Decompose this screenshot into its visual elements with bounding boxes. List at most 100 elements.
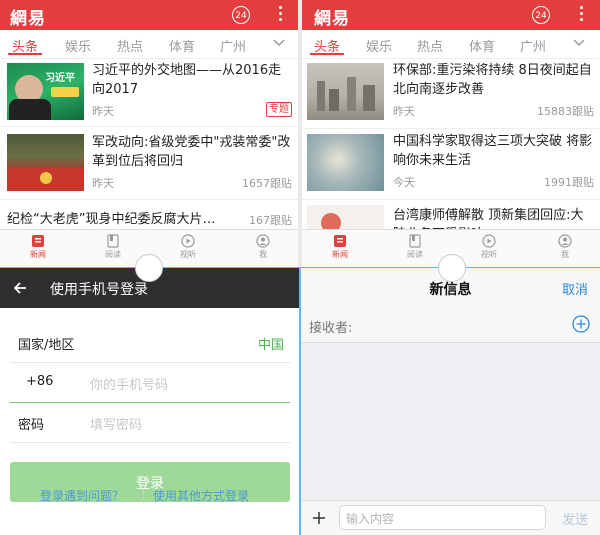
channel-tabs: 头条 娱乐 热点 体育 广州 (0, 30, 298, 59)
nav-me[interactable]: 我 (243, 234, 283, 260)
news-title: 纪检“大老虎”现身中纪委反腐大片… (7, 212, 216, 227)
nav-label: 视听 (481, 250, 497, 259)
compose-bar: 输入内容 发送 (301, 500, 600, 535)
recipient-row[interactable]: 接收者: (301, 306, 600, 343)
news-item[interactable]: 台湾康师傅解散 顶新集团回应:大陆业务不受影响 (302, 200, 600, 262)
news-time: 昨天 (92, 105, 114, 118)
nav-me[interactable]: 我 (545, 234, 585, 260)
tab-guangzhou[interactable]: 广州 (520, 36, 546, 55)
tab-hot[interactable]: 热点 (117, 36, 143, 55)
other-login-link[interactable]: 使用其他方式登录 (153, 487, 249, 504)
news-time: 今天 (393, 176, 415, 189)
phone-input[interactable]: 你的手机号码 (90, 374, 168, 393)
topic-tag: 专题 (266, 102, 292, 117)
news-title: 习近平的外交地图——从2016走向2017 (92, 63, 282, 97)
login-problem-link[interactable]: 登录遇到问题？ (40, 487, 124, 504)
message-input-placeholder: 输入内容 (346, 512, 395, 526)
message-title: 新信息 (429, 282, 472, 298)
country-code[interactable]: +86 (26, 374, 53, 389)
more-menu-icon[interactable] (278, 6, 282, 24)
news-title: 环保部:重污染将持续 8日夜间起自北向南逐步改善 (393, 63, 592, 97)
active-tab-indicator (310, 53, 344, 55)
back-arrow-icon[interactable] (12, 280, 28, 296)
channel-tabs: 头条 娱乐 热点 体育 广州 (302, 30, 600, 59)
news-title: 军改动向:省级党委中"戎装常委"改革到位后将回归 (92, 135, 291, 169)
news-thumbnail (307, 134, 384, 191)
news-item[interactable]: 中国科学家取得这三项大突破 将影响你未来生活 今天 1991跟贴 (302, 129, 600, 200)
app-logo: 網易 (314, 9, 350, 29)
tab-sports[interactable]: 体育 (169, 36, 195, 55)
nav-video[interactable]: 视听 (168, 234, 208, 260)
nav-label: 阅读 (105, 250, 121, 259)
country-selector[interactable]: 国家/地区 中国 (10, 322, 290, 363)
app-logo: 網易 (10, 9, 46, 29)
link-divider (143, 489, 144, 503)
tab-sports[interactable]: 体育 (469, 36, 495, 55)
nav-label: 新闻 (332, 250, 348, 259)
nav-label: 我 (561, 250, 569, 259)
user-icon (558, 234, 572, 248)
phone-row: +86 你的手机号码 (10, 362, 290, 403)
touch-indicator (438, 254, 466, 282)
active-tab-indicator (8, 53, 42, 55)
country-label: 国家/地区 (18, 338, 75, 353)
news-title: 中国科学家取得这三项大突破 将影响你未来生活 (393, 134, 593, 168)
book-icon (107, 234, 119, 248)
play-icon (181, 234, 195, 248)
nav-label: 视听 (180, 250, 196, 259)
password-label: 密码 (18, 418, 45, 433)
tab-entertainment[interactable]: 娱乐 (65, 36, 91, 55)
chevron-down-icon[interactable] (572, 36, 586, 50)
app-header: 網易 24 (0, 0, 298, 30)
news-app-left: 網易 24 头条 娱乐 热点 体育 广州 习近平 习近平的外交地图——从2016… (0, 0, 298, 267)
country-value: 中国 (257, 338, 284, 353)
message-input[interactable]: 输入内容 (339, 505, 546, 530)
news-icon (334, 235, 346, 247)
user-icon (256, 234, 270, 248)
nav-news[interactable]: 新闻 (18, 234, 58, 260)
nav-label: 新闻 (30, 250, 46, 259)
send-button[interactable]: 发送 (562, 509, 588, 528)
new-message-screen: 新信息 取消 接收者: 输入内容 发送 (301, 268, 600, 535)
app-header: 網易 24 (302, 0, 600, 30)
nav-reading[interactable]: 阅读 (93, 234, 133, 260)
news-thumbnail (7, 134, 84, 191)
password-input[interactable]: 填写密码 (90, 414, 142, 433)
news-item[interactable]: 纪检“大老虎”现身中纪委反腐大片… 167跟贴 (0, 200, 298, 229)
news-time: 昨天 (393, 105, 415, 118)
news-item[interactable]: 环保部:重污染将持续 8日夜间起自北向南逐步改善 昨天 15883跟贴 (302, 58, 600, 129)
news-icon (32, 235, 44, 247)
play-icon (482, 234, 496, 248)
password-row: 密码 填写密码 (10, 402, 290, 443)
tab-entertainment[interactable]: 娱乐 (366, 36, 392, 55)
add-contact-icon[interactable] (572, 315, 590, 333)
nav-reading[interactable]: 阅读 (395, 234, 435, 260)
nav-label: 我 (259, 250, 267, 259)
vertical-divider-bottom (299, 268, 301, 535)
plus-icon[interactable] (311, 510, 327, 526)
nav-label: 阅读 (407, 250, 423, 259)
weather-badge[interactable]: 24 (232, 6, 250, 24)
news-item[interactable]: 习近平 习近平的外交地图——从2016走向2017 昨天 专题 (0, 58, 298, 127)
vertical-divider (298, 0, 302, 268)
comment-count: 1991跟贴 (544, 176, 594, 189)
phone-login-screen: 使用手机号登录 国家/地区 中国 +86 你的手机号码 密码 填写密码 登录 登… (0, 268, 299, 535)
news-thumbnail: 习近平 (7, 63, 84, 120)
more-menu-icon[interactable] (579, 6, 583, 24)
tab-hot[interactable]: 热点 (417, 36, 443, 55)
login-title: 使用手机号登录 (50, 282, 148, 298)
comment-count: 167跟贴 (249, 214, 292, 227)
cancel-button[interactable]: 取消 (562, 279, 588, 298)
chevron-down-icon[interactable] (272, 36, 286, 50)
book-icon (409, 234, 421, 248)
comment-count: 1657跟贴 (242, 177, 292, 190)
weather-badge[interactable]: 24 (532, 6, 550, 24)
news-thumbnail (307, 63, 384, 120)
tab-guangzhou[interactable]: 广州 (220, 36, 246, 55)
news-app-right: 網易 24 头条 娱乐 热点 体育 广州 环保部:重污染将持续 8日夜间起自北向… (302, 0, 600, 267)
nav-video[interactable]: 视听 (469, 234, 509, 260)
nav-news[interactable]: 新闻 (320, 234, 360, 260)
news-item[interactable]: 军改动向:省级党委中"戎装常委"改革到位后将回归 昨天 1657跟贴 (0, 127, 298, 200)
news-title: 台湾康师傅解散 顶新集团回应:大陆业务不受影响 (393, 208, 584, 229)
recipient-label: 接收者: (309, 321, 353, 336)
